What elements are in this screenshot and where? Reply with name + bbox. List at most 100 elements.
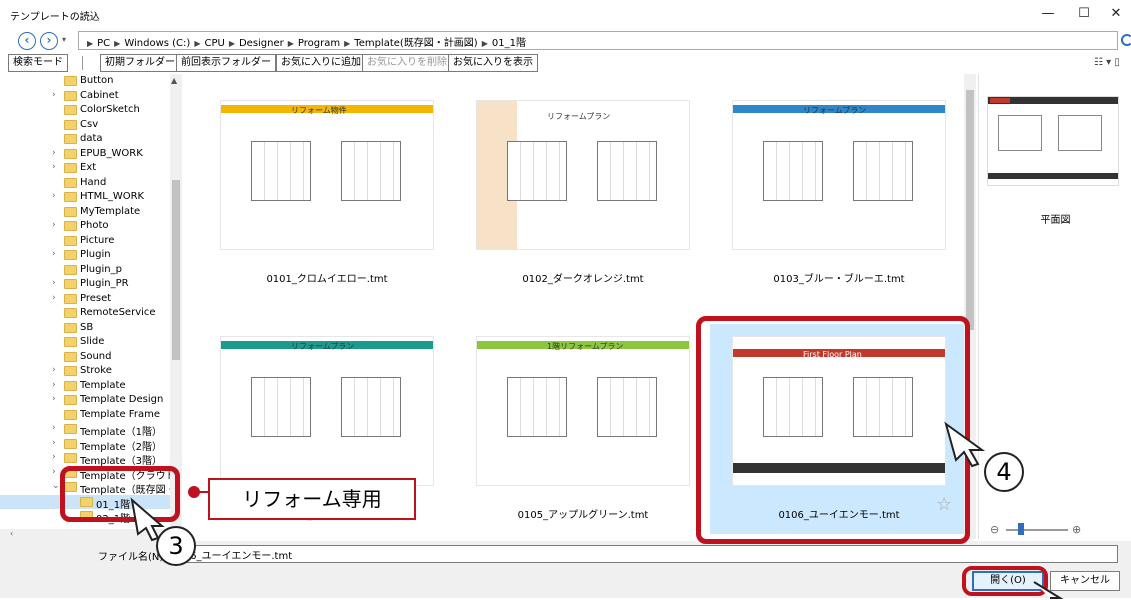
chevron-icon[interactable]: › [52, 220, 56, 230]
show-favorites-button[interactable]: お気に入りを表示 [448, 54, 538, 72]
chevron-icon[interactable]: › [52, 293, 56, 303]
file-tile[interactable]: リフォーム物件 0101_クロムイエロー.tmt [202, 94, 452, 294]
tree-item[interactable]: › Cabinet [0, 89, 170, 104]
breadcrumb-item[interactable]: CPU [204, 38, 224, 49]
tree-item[interactable]: › Plugin [0, 248, 170, 263]
tree-item[interactable]: Template Frame [0, 408, 170, 423]
folder-icon [64, 279, 77, 289]
grid-scroll-thumb[interactable] [966, 90, 974, 330]
tree-item[interactable]: › Photo [0, 219, 170, 234]
floor-plan-drawing [597, 377, 657, 437]
breadcrumb-item[interactable]: 01_1階 [492, 38, 526, 49]
chevron-icon[interactable]: › [52, 249, 56, 259]
breadcrumb-item[interactable]: Designer [239, 38, 284, 49]
zoom-out-icon[interactable]: ⊖ [990, 523, 999, 536]
file-name: 0103_ブルー・ブルーエ.tmt [773, 274, 905, 285]
close-button[interactable]: ✕ [1098, 4, 1131, 24]
preview-thumbnail [987, 96, 1119, 186]
floor-plan-drawing [507, 377, 567, 437]
tree-item[interactable]: › Preset [0, 292, 170, 307]
scroll-left-icon[interactable]: ‹ [10, 529, 13, 538]
folder-icon [64, 90, 77, 101]
refresh-icon[interactable] [1121, 34, 1131, 46]
tree-item[interactable]: Slide [0, 335, 170, 350]
add-favorite-button[interactable]: お気に入りに追加 [276, 54, 366, 72]
recent-dropdown-icon[interactable]: ▾ [62, 35, 66, 44]
back-icon[interactable]: ‹ [18, 32, 36, 50]
tree-item[interactable]: Plugin_p [0, 263, 170, 278]
tree-item[interactable]: › Stroke [0, 364, 170, 379]
tree-item[interactable]: › Template Design [0, 393, 170, 408]
file-tile[interactable]: 1階リフォームプラン 0105_アップルグリーン.tmt [458, 330, 708, 530]
minimize-button[interactable]: — [1030, 4, 1066, 24]
scroll-up-icon[interactable]: ▲ [171, 76, 177, 85]
tree-item-label: Plugin [80, 249, 111, 260]
chevron-icon[interactable]: ⌄ [52, 481, 60, 491]
tree-item[interactable]: › HTML_WORK [0, 190, 170, 205]
zoom-in-icon[interactable]: ⊕ [1072, 523, 1081, 536]
initial-folder-button[interactable]: 初期フォルダー [100, 54, 180, 72]
floor-plan-drawing [251, 141, 311, 201]
chevron-icon[interactable]: › [52, 452, 56, 462]
breadcrumb-item[interactable]: Windows (C:) [124, 38, 190, 49]
floor-plan-drawing [251, 377, 311, 437]
folder-icon [64, 134, 77, 144]
floor-plan-drawing [341, 141, 401, 201]
tree-item[interactable]: data [0, 132, 170, 147]
toolbar: 検索モード 初期フォルダー 前回表示フォルダー お気に入りに追加 お気に入りを削… [0, 52, 1131, 74]
folder-icon [64, 119, 77, 130]
remove-favorite-button[interactable]: お気に入りを削除 [362, 54, 452, 72]
chevron-icon[interactable]: › [52, 90, 56, 100]
tree-item[interactable]: Button [0, 74, 170, 89]
tree-item[interactable]: Picture [0, 234, 170, 249]
tree-item[interactable]: › Ext [0, 161, 170, 176]
folder-icon [64, 192, 77, 202]
pointer-arrow-icon [944, 421, 986, 468]
chevron-icon[interactable]: › [52, 394, 56, 404]
tree-item[interactable]: MyTemplate [0, 205, 170, 220]
chevron-icon[interactable]: › [52, 438, 56, 448]
chevron-icon[interactable]: › [52, 162, 56, 172]
chevron-icon[interactable]: › [52, 423, 56, 433]
address-bar[interactable]: ▶ PC ▶ Windows (C:) ▶ CPU ▶ Designer ▶ Program ▶ Te… [78, 31, 1118, 50]
breadcrumb-item[interactable]: Template(既存図・計画図) [354, 38, 477, 49]
folder-tree: Button › Cabinet ColorSketch Csv data › EPUB_WO… [0, 74, 182, 529]
thumbnail-header: リフォームプラン [547, 112, 611, 121]
search-mode-button[interactable]: 検索モード [8, 54, 68, 72]
chevron-icon[interactable]: › [52, 365, 56, 375]
template-thumbnail: リフォーム物件 [220, 100, 434, 250]
tree-item-label: HTML_WORK [80, 191, 145, 202]
tree-item[interactable]: Hand [0, 176, 170, 191]
tree-item-label: Cabinet [80, 89, 119, 101]
chevron-icon[interactable]: › [52, 467, 56, 477]
breadcrumb-item[interactable]: PC [97, 38, 110, 49]
view-mode-icon[interactable]: ☷ ▾ ▯ [1094, 57, 1120, 68]
file-name: 0101_クロムイエロー.tmt [266, 274, 388, 285]
file-tile[interactable]: リフォームプラン 0102_ダークオレンジ.tmt [458, 94, 708, 294]
last-folder-button[interactable]: 前回表示フォルダー [176, 54, 276, 72]
zoom-slider[interactable]: ⊖ ⊕ [990, 523, 1100, 537]
tree-item[interactable]: SB [0, 321, 170, 336]
tree-scrollbar[interactable]: ▲ [170, 74, 182, 529]
chevron-icon[interactable]: › [52, 148, 56, 158]
tree-item[interactable]: › Template（2階） [0, 437, 170, 453]
file-tile[interactable]: リフォームプラン 0103_ブルー・ブルーエ.tmt [714, 94, 964, 294]
chevron-icon[interactable]: › [52, 278, 56, 288]
forward-icon[interactable]: › [40, 32, 58, 50]
tree-item[interactable]: RemoteService [0, 306, 170, 321]
tree-item[interactable]: › Plugin_PR [0, 277, 170, 292]
tree-item[interactable]: › Template（1階） [0, 422, 170, 438]
breadcrumb-item[interactable]: Program [298, 38, 340, 49]
tree-item[interactable]: › Template（3階） [0, 451, 170, 467]
filename-input[interactable] [166, 545, 1118, 563]
maximize-button[interactable]: ☐ [1066, 4, 1102, 24]
tree-item[interactable]: Csv [0, 118, 170, 133]
chevron-icon[interactable]: › [52, 380, 56, 390]
tree-scroll-thumb[interactable] [172, 180, 180, 360]
folder-icon [64, 235, 77, 246]
tree-item[interactable]: › EPUB_WORK [0, 147, 170, 162]
chevron-icon[interactable]: › [52, 191, 56, 201]
tree-item[interactable]: › Template [0, 379, 170, 394]
tree-item[interactable]: ColorSketch [0, 103, 170, 118]
tree-item[interactable]: Sound [0, 350, 170, 365]
